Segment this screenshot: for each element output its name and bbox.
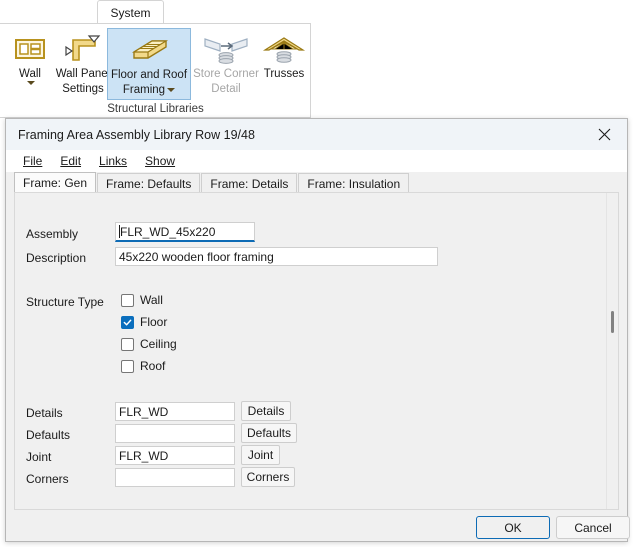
ribbon-button-trusses-label: Trusses [264,68,304,81]
menu-item-links[interactable]: Links [90,152,136,170]
ribbon-button-trusses[interactable]: Trusses [259,28,309,100]
ribbon-button-wall-panel-settings-label-1: Wall Panel [56,68,111,81]
dialog-title-bar: Framing Area Assembly Library Row 19/48 [6,119,627,150]
details-input[interactable]: FLR_WD [115,402,235,421]
description-label: Description [26,251,86,265]
ribbon-group-label: Structural Libraries [0,103,311,115]
ribbon-button-store-corner-detail[interactable]: Store Corner Detail [191,28,261,100]
dialog-menu-bar: File Edit Links Show [6,150,627,172]
structure-type-label: Structure Type [26,295,104,309]
joint-input[interactable]: FLR_WD [115,446,235,465]
ribbon-button-floor-and-roof-framing-label-2: Framing [123,84,175,97]
tab-frame-details[interactable]: Frame: Details [201,173,297,193]
details-input-value: FLR_WD [119,405,168,419]
tab-frame-insulation-label: Frame: Insulation [307,177,400,191]
menu-item-edit[interactable]: Edit [51,152,90,170]
ribbon-panel-structural-libraries: Wall Wall Panel Settings [0,23,311,118]
menu-item-links-label: Links [99,154,127,168]
joint-button[interactable]: Joint [241,445,280,465]
assembly-input[interactable]: FLR_WD_45x220 [115,222,255,242]
ribbon-tab-system-label: System [110,6,150,20]
chevron-down-icon[interactable] [167,88,175,92]
tab-frame-insulation[interactable]: Frame: Insulation [298,173,409,193]
wall-panel-settings-icon [61,32,105,66]
corners-input[interactable] [115,468,235,487]
description-input-value: 45x220 wooden floor framing [119,250,274,264]
tab-frame-defaults[interactable]: Frame: Defaults [97,173,200,193]
corners-button-label: Corners [247,470,290,484]
checkbox-row-wall[interactable]: Wall [121,293,163,307]
cancel-button-label: Cancel [574,521,611,535]
assembly-input-value: FLR_WD_45x220 [120,225,215,239]
ribbon-floor-roof-line2-text: Framing [123,84,165,96]
ribbon: System Wall [0,0,311,118]
defaults-button-label: Defaults [247,426,291,440]
checkbox-ceiling[interactable] [121,338,134,351]
assembly-label: Assembly [26,227,78,241]
checkbox-floor[interactable] [121,316,134,329]
dialog-title: Framing Area Assembly Library Row 19/48 [18,128,255,142]
ribbon-tab-system[interactable]: System [97,0,164,24]
description-input[interactable]: 45x220 wooden floor framing [115,247,438,266]
joint-input-value: FLR_WD [119,449,168,463]
ribbon-button-floor-and-roof-framing-label-1: Floor and Roof [111,69,187,82]
dialog-footer: OK Cancel [6,510,627,541]
dialog-tab-strip: Frame: Gen Frame: Defaults Frame: Detail… [6,172,627,193]
checkbox-wall[interactable] [121,294,134,307]
framing-area-assembly-library-dialog: Framing Area Assembly Library Row 19/48 … [5,118,628,542]
ribbon-button-wall-panel-settings-label-2: Settings [62,83,104,96]
ribbon-button-floor-and-roof-framing[interactable]: Floor and Roof Framing [107,28,191,100]
vertical-scrollbar-thumb[interactable] [611,311,614,333]
checkbox-ceiling-label: Ceiling [140,337,177,351]
cancel-button[interactable]: Cancel [556,516,630,539]
ribbon-button-wall-label: Wall [19,68,41,81]
defaults-label: Defaults [26,428,70,442]
details-label: Details [26,406,63,420]
tab-frame-details-label: Frame: Details [210,177,288,191]
chevron-down-icon[interactable] [27,81,35,85]
joint-label: Joint [26,450,51,464]
corners-button[interactable]: Corners [241,467,295,487]
ribbon-button-store-corner-detail-label-1: Store Corner [193,68,259,81]
checkbox-wall-label: Wall [140,293,163,307]
menu-item-show-label: Show [145,154,175,168]
dialog-content-panel: Assembly FLR_WD_45x220 Description 45x22… [14,192,619,510]
corners-label: Corners [26,472,69,486]
ribbon-button-store-corner-detail-label-2: Detail [211,83,240,96]
checkbox-row-floor[interactable]: Floor [121,315,167,329]
checkbox-floor-label: Floor [140,315,167,329]
menu-item-file[interactable]: File [14,152,51,170]
floor-roof-framing-icon [126,33,172,67]
tab-frame-gen-label: Frame: Gen [23,176,87,190]
close-glyph [598,128,611,141]
close-icon[interactable] [582,119,627,150]
wall-icon [13,32,47,66]
joint-button-label: Joint [248,448,273,462]
checkmark-icon [123,318,132,327]
menu-item-show[interactable]: Show [136,152,184,170]
defaults-input[interactable] [115,424,235,443]
ok-button[interactable]: OK [476,516,550,539]
checkbox-row-ceiling[interactable]: Ceiling [121,337,177,351]
ribbon-tab-strip: System [0,0,311,23]
checkbox-roof[interactable] [121,360,134,373]
vertical-scrollbar[interactable] [606,193,618,509]
menu-item-edit-label: Edit [60,154,81,168]
tab-frame-gen[interactable]: Frame: Gen [14,172,96,193]
trusses-icon [261,32,307,66]
checkbox-row-roof[interactable]: Roof [121,359,165,373]
defaults-button[interactable]: Defaults [241,423,297,443]
ok-button-label: OK [504,521,521,535]
checkbox-roof-label: Roof [140,359,165,373]
menu-item-file-label: File [23,154,42,168]
store-corner-detail-icon [201,32,251,66]
details-button-label: Details [248,404,285,418]
details-button[interactable]: Details [241,401,291,421]
tab-frame-defaults-label: Frame: Defaults [106,177,191,191]
